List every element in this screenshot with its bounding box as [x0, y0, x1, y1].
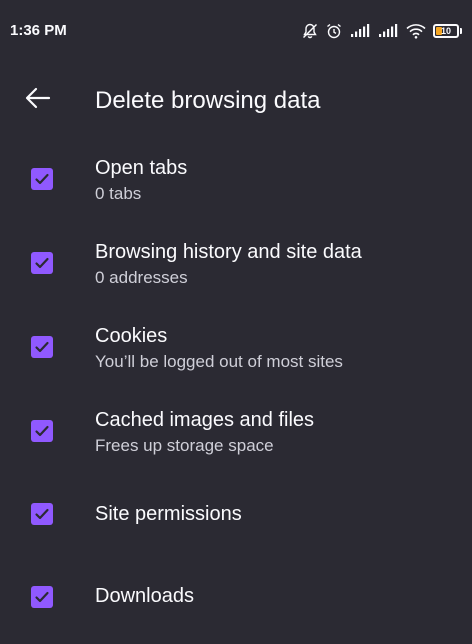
option-texts: Cookies You’ll be logged out of most sit… — [95, 324, 456, 373]
battery-tip — [460, 28, 462, 34]
option-texts: Downloads — [95, 584, 456, 608]
option-title: Cookies — [95, 325, 168, 347]
option-title: Cached images and files — [95, 409, 315, 431]
option-texts: Site permissions — [95, 502, 456, 526]
option-open-tabs[interactable]: Open tabs 0 tabs — [0, 140, 472, 224]
option-downloads[interactable]: Downloads — [0, 560, 472, 644]
option-site-permissions[interactable]: Site permissions — [0, 476, 472, 560]
check-icon — [35, 173, 49, 185]
option-browsing-history[interactable]: Browsing history and site data 0 address… — [0, 224, 472, 308]
option-texts: Cached images and files Frees up storage… — [95, 408, 456, 457]
signal-icon — [349, 23, 371, 39]
battery-icon: 10 — [433, 24, 459, 38]
wifi-icon — [405, 23, 427, 39]
back-button[interactable] — [16, 78, 60, 122]
status-bar: 1:36 PM 10 — [0, 0, 472, 62]
checkbox-browsing-history[interactable] — [31, 252, 53, 274]
checkbox-cached-images[interactable] — [31, 420, 53, 442]
option-subtitle: 0 tabs — [95, 184, 142, 203]
option-title: Open tabs — [95, 157, 188, 179]
option-texts: Browsing history and site data 0 address… — [95, 240, 456, 289]
checkbox-downloads[interactable] — [31, 586, 53, 608]
checkbox-site-permissions[interactable] — [31, 503, 53, 525]
check-icon — [35, 257, 49, 269]
option-cached-images[interactable]: Cached images and files Frees up storage… — [0, 392, 472, 476]
status-time: 1:36 PM — [10, 22, 67, 39]
option-subtitle: Frees up storage space — [95, 436, 274, 455]
option-title: Browsing history and site data — [95, 241, 362, 263]
check-icon — [35, 341, 49, 353]
alarm-icon — [325, 22, 343, 40]
option-title: Downloads — [95, 585, 194, 607]
arrow-back-icon — [25, 87, 51, 114]
option-cookies[interactable]: Cookies You’ll be logged out of most sit… — [0, 308, 472, 392]
status-icons: 10 — [301, 20, 462, 42]
checkbox-open-tabs[interactable] — [31, 168, 53, 190]
page-title: Delete browsing data — [95, 87, 321, 114]
notifications-muted-icon — [301, 22, 319, 40]
option-subtitle: 0 addresses — [95, 268, 188, 287]
delete-options-list: Open tabs 0 tabs Browsing history and si… — [0, 140, 472, 644]
battery-level: 10 — [440, 26, 451, 36]
check-icon — [35, 591, 49, 603]
option-texts: Open tabs 0 tabs — [95, 156, 456, 205]
signal-icon — [377, 23, 399, 39]
check-icon — [35, 508, 49, 520]
option-subtitle: You’ll be logged out of most sites — [95, 352, 343, 371]
toolbar: Delete browsing data — [0, 62, 472, 140]
check-icon — [35, 425, 49, 437]
checkbox-cookies[interactable] — [31, 336, 53, 358]
option-title: Site permissions — [95, 503, 242, 525]
